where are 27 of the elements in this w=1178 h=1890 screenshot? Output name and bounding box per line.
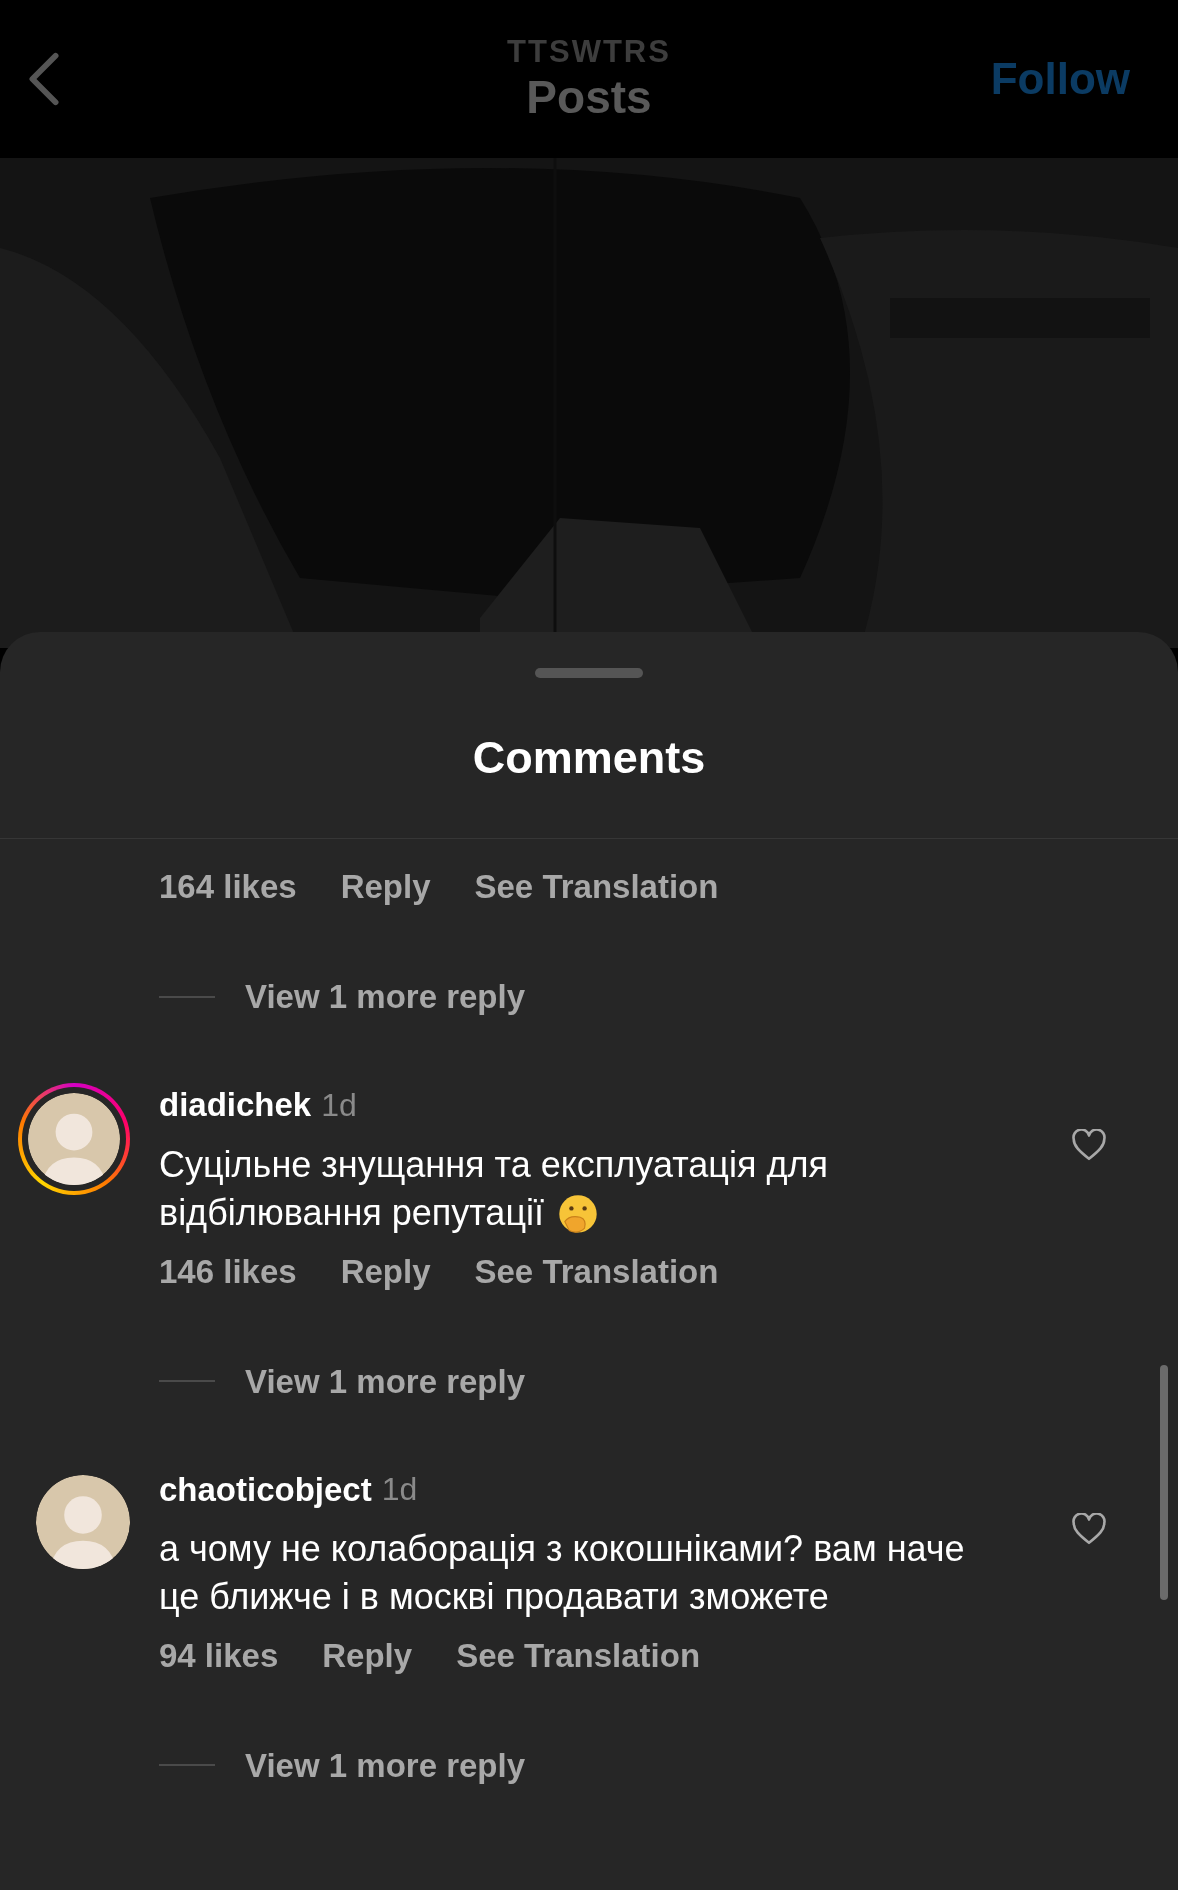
comment-time: 1d [321, 1086, 357, 1125]
comment-time: 1d [381, 1470, 418, 1510]
drag-handle[interactable] [535, 668, 643, 678]
username[interactable]: diadichek [159, 1080, 312, 1130]
view-replies-link[interactable]: View 1 more reply [245, 1356, 526, 1407]
page-title: Posts [526, 70, 652, 124]
see-translation-link[interactable]: See Translation [474, 862, 719, 912]
like-count[interactable]: 146 likes [159, 1246, 297, 1297]
account-name: TTSWTRS [507, 34, 671, 70]
see-translation-link[interactable]: See Translation [474, 1246, 719, 1297]
back-icon [26, 50, 62, 108]
view-replies-link[interactable]: View 1 more reply [245, 972, 526, 1022]
comment-text: а чому не колаборація з кокошніками? вам наче це ближче і в москві продавати зможете [159, 1528, 965, 1618]
like-count[interactable]: 164 likes [159, 862, 297, 912]
comment-text: Суцільне знущання та експлуатація для відбілювання репутації [159, 1144, 828, 1233]
avatar-icon[interactable] [28, 1093, 120, 1185]
username[interactable]: chaoticobject [159, 1464, 372, 1515]
avatar-icon[interactable] [36, 1475, 130, 1570]
see-translation-link[interactable]: See Translation [456, 1630, 701, 1681]
reply-link[interactable]: Reply [322, 1630, 413, 1681]
reply-link[interactable]: Reply [340, 862, 431, 912]
heart-icon[interactable] [1071, 1129, 1107, 1161]
view-replies-link[interactable]: View 1 more reply [245, 1740, 526, 1791]
heart-icon[interactable] [1071, 1513, 1107, 1546]
sheet-title: Comments [472, 731, 706, 786]
reply-link[interactable]: Reply [340, 1246, 431, 1297]
like-count[interactable]: 94 likes [159, 1630, 279, 1681]
